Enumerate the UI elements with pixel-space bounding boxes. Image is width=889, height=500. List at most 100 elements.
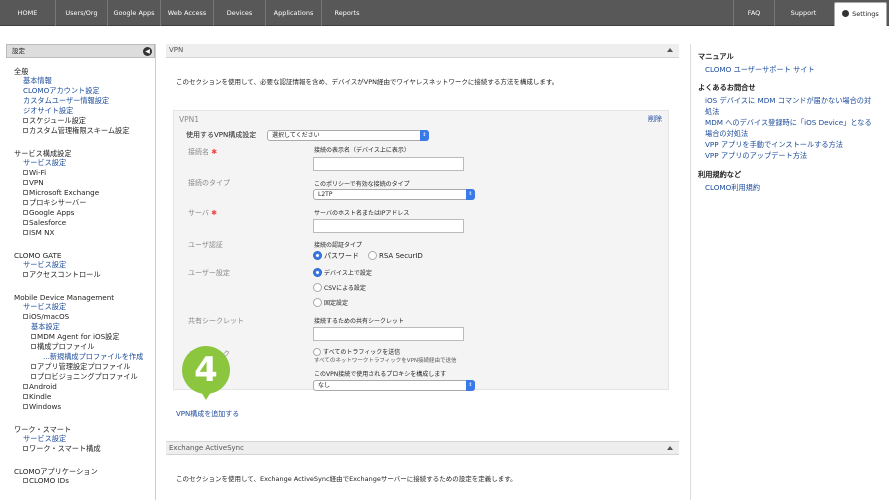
sidebar-item-vpn[interactable]: VPN	[23, 178, 44, 187]
secret-input[interactable]	[313, 327, 464, 341]
sidebar-item-ws-config[interactable]: ワーク・スマート構成	[23, 444, 101, 453]
conn-type-select[interactable]: L2TP ⇕	[313, 189, 475, 200]
user-opt-device-label[interactable]: デバイス上で設定	[324, 269, 372, 278]
terms-title: 利用規約など	[698, 170, 742, 179]
nav-google-apps[interactable]: Google Apps	[108, 0, 161, 26]
vpn-description: このセクションを使用して、必要な認証情報を含め、デバイスがVPN経由でワイヤレス…	[176, 78, 559, 86]
collapse-icon[interactable]	[31, 344, 36, 349]
sidebar-item-wifi[interactable]: Wi-Fi	[23, 168, 46, 177]
sidebar-item-android[interactable]: Android	[23, 382, 57, 391]
faq-link-vpp-install[interactable]: VPP アプリを手動でインストールする方法	[705, 139, 843, 150]
user-opt-fixed-label[interactable]: 固定設定	[324, 299, 348, 308]
expand-icon[interactable]	[23, 170, 28, 175]
sidebar-item-salesforce[interactable]: Salesforce	[23, 218, 66, 227]
expand-icon[interactable]	[23, 210, 28, 215]
nav-users-org[interactable]: Users/Org	[56, 0, 108, 26]
faq-link-ios-device[interactable]: MDM へのデバイス登録時に「iOS Device」となる	[705, 117, 872, 128]
expand-icon[interactable]	[23, 446, 28, 451]
sidebar-item-app-mgmt-profile[interactable]: アプリ管理設定プロファイル	[31, 362, 130, 371]
required-icon: ✱	[211, 209, 218, 217]
expand-icon[interactable]	[23, 180, 28, 185]
expand-icon[interactable]	[23, 404, 28, 409]
nav-settings[interactable]: Settings	[834, 2, 887, 26]
proxy-select[interactable]: なし ⇕	[313, 380, 475, 391]
use-config-select[interactable]: 選択してください ⇕	[267, 130, 429, 141]
expand-icon[interactable]	[23, 220, 28, 225]
expand-icon[interactable]	[31, 364, 36, 369]
sidebar-item-basic-settings[interactable]: 基本設定	[31, 322, 60, 331]
sidebar-item-label: CLOMO IDs	[29, 476, 69, 485]
nav-web-access[interactable]: Web Access	[161, 0, 214, 26]
sidebar-item-geosite[interactable]: ジオサイト設定	[23, 106, 73, 115]
expand-icon[interactable]	[31, 334, 36, 339]
expand-icon[interactable]	[23, 230, 28, 235]
eas-section-header[interactable]: Exchange ActiveSync	[166, 441, 679, 455]
collapse-up-icon[interactable]	[667, 48, 673, 52]
user-opt-device-radio[interactable]	[313, 268, 322, 277]
expand-icon[interactable]	[23, 272, 28, 277]
expand-icon[interactable]	[23, 128, 28, 133]
expand-icon[interactable]	[31, 374, 36, 379]
sidebar-item-custom-admin[interactable]: カスタム管理権限スキーム設定	[23, 126, 129, 135]
sidebar-item-new-profile[interactable]: ...新規構成プロファイルを作成	[43, 352, 143, 361]
sidebar-item-label: Wi-Fi	[29, 168, 47, 177]
sidebar-item-mdm-service[interactable]: サービス設定	[23, 302, 66, 311]
sidebar-item-ws-service[interactable]: サービス設定	[23, 434, 66, 443]
collapse-up-icon[interactable]	[667, 446, 673, 450]
sidebar-item-google-apps[interactable]: Google Apps	[23, 208, 74, 217]
auth-rsa-label[interactable]: RSA SecurID	[379, 252, 423, 261]
sidebar-item-windows[interactable]: Windows	[23, 402, 61, 411]
auth-password-label[interactable]: パスワード	[324, 252, 359, 261]
nav-devices[interactable]: Devices	[214, 0, 266, 26]
sidebar-item-provisioning[interactable]: プロビジョニングプロファイル	[31, 372, 138, 381]
user-opt-fixed-radio[interactable]	[313, 298, 322, 307]
add-vpn-link[interactable]: VPN構成を追加する	[176, 410, 239, 419]
faq-link-mdm-command-cont[interactable]: 処法	[705, 106, 719, 117]
sidebar-item-ism-nx[interactable]: ISM NX	[23, 228, 54, 237]
manual-link[interactable]: CLOMO ユーザーサポート サイト	[705, 64, 815, 75]
user-opt-csv-label[interactable]: CSVによる設定	[324, 284, 366, 293]
traffic-opt-label[interactable]: すべてのトラフィックを送信	[323, 348, 400, 357]
sidebar-item-custom-user-info[interactable]: カスタムユーザー情報設定	[23, 96, 109, 105]
vpn-section-header[interactable]: VPN	[166, 44, 679, 58]
auth-rsa-radio[interactable]	[368, 251, 377, 260]
expand-icon[interactable]	[23, 394, 28, 399]
expand-icon[interactable]	[23, 384, 28, 389]
sidebar-item-config-profile[interactable]: 構成プロファイル	[31, 342, 95, 351]
nav-applications[interactable]: Applications	[266, 0, 322, 26]
nav-home[interactable]: HOME	[0, 0, 56, 26]
sidebar-item-ios-macos[interactable]: iOS/macOS	[23, 312, 69, 321]
sidebar-item-mdm-agent[interactable]: MDM Agent for iOS設定	[31, 332, 120, 341]
traffic-radio[interactable]	[313, 348, 321, 356]
sidebar-item-schedule[interactable]: スケジュール設定	[23, 116, 86, 125]
user-setting-label: ユーザー設定	[188, 269, 230, 277]
sidebar-item-exchange[interactable]: Microsoft Exchange	[23, 188, 99, 197]
expand-icon[interactable]	[23, 118, 28, 123]
expand-icon[interactable]	[23, 200, 28, 205]
sidebar-item-access-control[interactable]: アクセスコントロール	[23, 270, 101, 279]
nav-support[interactable]: Support	[775, 0, 832, 26]
expand-icon[interactable]	[23, 190, 28, 195]
auth-password-radio[interactable]	[313, 251, 322, 260]
delete-link[interactable]: 削除	[648, 115, 662, 124]
collapse-left-icon[interactable]: ◀	[143, 47, 152, 56]
sidebar-item-clomo-ids[interactable]: CLOMO IDs	[23, 476, 69, 485]
terms-link[interactable]: CLOMO利用規約	[705, 182, 760, 193]
sidebar-item-service-settings[interactable]: サービス設定	[23, 158, 66, 167]
faq-link-ios-device-cont[interactable]: 場合の対処法	[705, 128, 748, 139]
sidebar-item-proxy[interactable]: プロキシサーバー	[23, 198, 86, 207]
sidebar-item-kindle[interactable]: Kindle	[23, 392, 51, 401]
server-input[interactable]	[313, 219, 464, 233]
collapse-icon[interactable]	[23, 314, 28, 319]
nav-faq[interactable]: FAQ	[733, 0, 775, 26]
sidebar-item-clomo-account[interactable]: CLOMOアカウント設定	[23, 86, 100, 95]
user-opt-csv-radio[interactable]	[313, 283, 322, 292]
proxy-hint: このVPN接続で使用されるプロキシを構成します	[314, 371, 447, 378]
sidebar-item-gate-service[interactable]: サービス設定	[23, 260, 66, 269]
nav-reports[interactable]: Reports	[322, 0, 372, 26]
expand-icon[interactable]	[23, 478, 28, 483]
faq-link-mdm-command[interactable]: iOS デバイスに MDM コマンドが届かない場合の対	[705, 95, 871, 106]
conn-name-input[interactable]	[313, 157, 464, 171]
sidebar-item-basic-info[interactable]: 基本情報	[23, 76, 52, 85]
faq-link-vpp-update[interactable]: VPP アプリのアップデート方法	[705, 150, 807, 161]
